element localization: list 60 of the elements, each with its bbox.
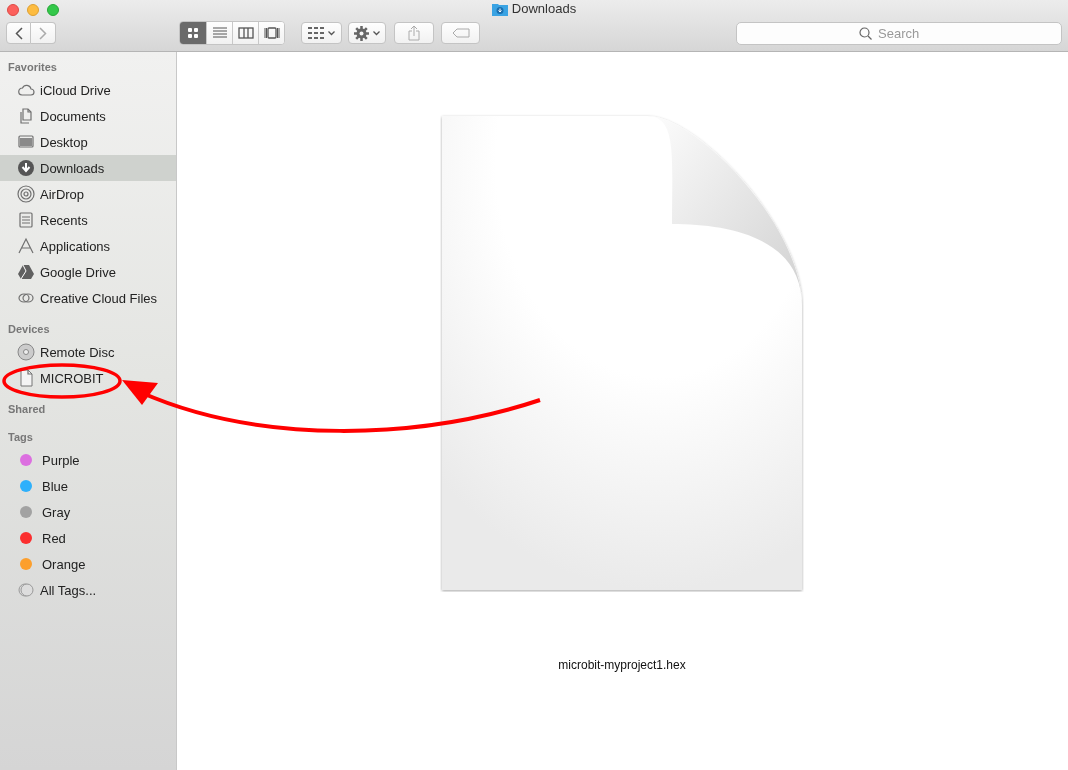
sidebar-item[interactable]: Recents bbox=[0, 207, 176, 233]
sidebar-item[interactable]: Applications bbox=[0, 233, 176, 259]
tag-icon bbox=[451, 28, 470, 38]
view-mode-control[interactable] bbox=[179, 21, 285, 45]
sidebar-item[interactable]: Red bbox=[0, 525, 176, 551]
sidebar-item[interactable]: iCloud Drive bbox=[0, 77, 176, 103]
list-view-icon bbox=[211, 25, 228, 41]
sidebar-item[interactable]: Remote Disc bbox=[0, 339, 176, 365]
zoom-button[interactable] bbox=[47, 4, 59, 16]
sidebar-item[interactable]: Documents bbox=[0, 103, 176, 129]
sidebar-item[interactable]: MICROBIT bbox=[0, 365, 176, 391]
share-icon bbox=[408, 25, 420, 41]
applications-icon bbox=[17, 237, 35, 255]
section-heading: Tags bbox=[7, 430, 34, 445]
sidebar-item[interactable]: Downloads bbox=[0, 155, 176, 181]
documents-icon bbox=[17, 107, 35, 125]
sidebar-item[interactable]: Desktop bbox=[0, 129, 176, 155]
back-button[interactable] bbox=[6, 22, 31, 44]
minimize-button[interactable] bbox=[27, 4, 39, 16]
sidebar-item[interactable]: Google Drive bbox=[0, 259, 176, 285]
cover-flow-icon bbox=[263, 25, 280, 41]
gear-icon bbox=[354, 25, 369, 41]
file-name[interactable]: microbit-myproject1.hex bbox=[558, 658, 686, 672]
folder-icon bbox=[491, 1, 508, 16]
sidebar-item[interactable]: Creative Cloud Files bbox=[0, 285, 176, 311]
disc-icon bbox=[17, 343, 35, 361]
column-view-icon bbox=[237, 25, 254, 41]
caret-icon bbox=[373, 30, 380, 36]
caret-icon bbox=[328, 30, 335, 36]
close-button[interactable] bbox=[7, 4, 19, 16]
recents-icon bbox=[17, 211, 35, 229]
drive-icon bbox=[17, 263, 35, 281]
sidebar-item[interactable]: Orange bbox=[0, 551, 176, 577]
search-field[interactable]: Search bbox=[736, 21, 1062, 45]
desktop-icon bbox=[17, 133, 35, 151]
view-button[interactable] bbox=[232, 22, 258, 44]
sidebar-item[interactable]: Purple bbox=[0, 447, 176, 473]
sidebar-item[interactable]: Blue bbox=[0, 473, 176, 499]
share-button[interactable] bbox=[394, 22, 434, 44]
section-heading: Favorites bbox=[7, 60, 58, 75]
view-button[interactable] bbox=[180, 22, 206, 44]
forward-button[interactable] bbox=[31, 22, 56, 44]
sidebar-item[interactable]: Gray bbox=[0, 499, 176, 525]
tag-button[interactable] bbox=[441, 22, 480, 44]
section-heading: Shared bbox=[7, 402, 47, 417]
sidebar-item[interactable]: AirDrop bbox=[0, 181, 176, 207]
section-heading: Devices bbox=[7, 322, 51, 337]
airdrop-icon bbox=[17, 185, 35, 203]
view-button[interactable] bbox=[258, 22, 284, 44]
icon-view-icon bbox=[185, 25, 201, 41]
chevron-right-icon bbox=[39, 26, 47, 40]
arrange-button[interactable] bbox=[301, 22, 342, 44]
file-icon bbox=[17, 369, 35, 387]
grid-icon bbox=[308, 27, 324, 39]
tags-icon bbox=[17, 581, 35, 599]
chevron-left-icon bbox=[14, 26, 23, 40]
download-icon bbox=[17, 159, 35, 177]
action-button[interactable] bbox=[348, 22, 386, 44]
window-title: Downloads bbox=[511, 1, 577, 16]
sidebar-item[interactable]: All Tags... bbox=[0, 577, 176, 603]
